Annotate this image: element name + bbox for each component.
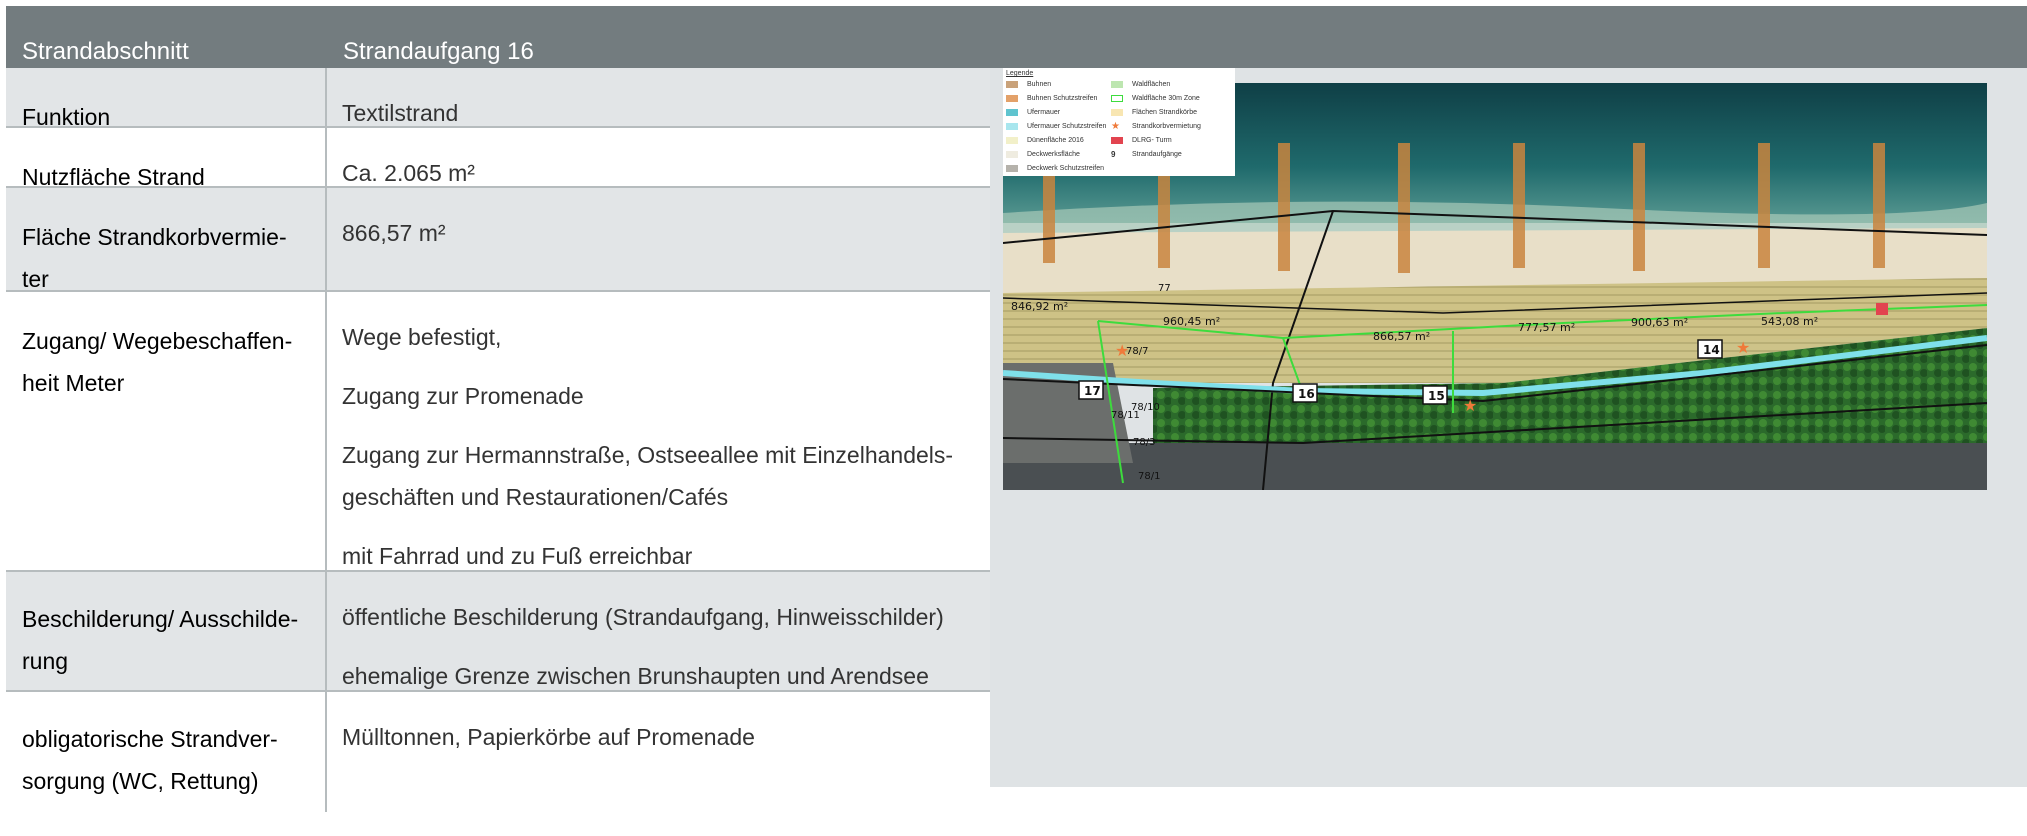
row-label: Nutzfläche Strand: [6, 128, 327, 190]
legend-item: DLRG- Turm: [1111, 136, 1172, 146]
town-strip: [1003, 443, 1987, 490]
dlrg-tower: [1876, 303, 1888, 315]
legend-label: Flächen Strandkörbe: [1132, 109, 1197, 116]
groyne: [1398, 143, 1410, 273]
legend-swatch: [1006, 164, 1018, 172]
entrance-marker-16: 16: [1298, 387, 1315, 401]
row-label: Zugang/ Wegebeschaffen-heit Meter: [6, 292, 327, 570]
legend-item: Ufermauer: [1006, 108, 1060, 118]
legend-label: Strandaufgänge: [1132, 151, 1182, 158]
legend-label: Waldflächen: [1132, 81, 1171, 88]
groyne: [1873, 143, 1885, 268]
entrance-marker-17: 17: [1084, 384, 1101, 398]
table-row-funktion: Funktion Textilstrand: [6, 68, 990, 130]
legend-title: Legende: [1006, 70, 1034, 77]
legend-item: 9 Strandaufgänge: [1111, 150, 1182, 160]
area-label: 866,57 m²: [1373, 330, 1430, 343]
legend-label: Strandkorbvermietung: [1132, 123, 1201, 130]
legend-label: Deckwerksfläche: [1027, 151, 1080, 158]
legend-item: Dünenfläche 2016: [1006, 136, 1084, 146]
legend-item: Waldfläche 30m Zone: [1111, 94, 1200, 104]
header-strandaufgang: Strandaufgang 16: [343, 38, 534, 65]
map-legend: Legende Buhnen Buhnen Schutzstreifen Uferm…: [1003, 68, 1235, 176]
table-header: Strandabschnitt Strandaufgang 16: [6, 6, 2027, 68]
groyne: [1758, 143, 1770, 268]
legend-swatch: [1006, 80, 1018, 88]
table-row-zugang: Zugang/ Wegebeschaffen-heit Meter Wege b…: [6, 292, 990, 572]
table-row-strandkorbflaeche: Fläche Strandkorbvermie-ter 866,57 m²: [6, 188, 990, 292]
legend-swatch: [1006, 108, 1018, 116]
area-label: 900,63 m²: [1631, 316, 1688, 329]
row-label: Beschilderung/ Ausschilde-rung: [6, 572, 327, 690]
area-label: 777,57 m²: [1518, 321, 1575, 334]
area-label: 960,45 m²: [1163, 315, 1220, 328]
legend-label: Dünenfläche 2016: [1027, 137, 1084, 144]
legend-item: Deckwerk Schutzstreifen: [1006, 164, 1104, 174]
legend-swatch: 9: [1111, 149, 1116, 159]
legend-swatch: [1111, 94, 1123, 102]
legend-swatch: [1006, 94, 1018, 102]
legend-label: Ufermauer: [1027, 109, 1061, 116]
legend-item: Waldflächen: [1111, 80, 1170, 90]
table-row-beschilderung: Beschilderung/ Ausschilde-rung öffentlic…: [6, 572, 990, 692]
entrance-marker-15: 15: [1428, 389, 1445, 403]
legend-swatch: [1006, 136, 1018, 144]
row-value: Wege befestigt, Zugang zur Promenade Zug…: [342, 324, 954, 569]
entrance-marker-14: 14: [1703, 343, 1720, 357]
groyne: [1633, 143, 1645, 271]
row-label: obligatorische Strandver-sorgung (WC, Re…: [6, 692, 327, 812]
row-value: Mülltonnen, Papierkörbe auf Promenade: [342, 724, 755, 750]
beach-map-figure: Legende Buhnen Buhnen Schutzstreifen Uferm…: [1003, 68, 1987, 490]
legend-swatch: [1111, 80, 1123, 88]
row-label: Fläche Strandkorbvermie-ter: [6, 188, 327, 292]
parcel-label: 77: [1158, 283, 1171, 294]
legend-item: Buhnen Schutzstreifen: [1006, 94, 1097, 104]
table-row-nutzflaeche: Nutzfläche Strand Ca. 2.065 m²: [6, 128, 990, 190]
row-label: Funktion: [6, 68, 327, 130]
legend-swatch: ★: [1111, 120, 1120, 132]
legend-label: Ufermauer Schutzstreifen: [1027, 123, 1107, 130]
legend-label: Waldfläche 30m Zone: [1132, 95, 1200, 102]
parcel-label: 78/11: [1111, 410, 1140, 421]
legend-swatch: [1006, 122, 1018, 130]
parcel-label: 78/1: [1138, 471, 1160, 482]
area-label: 543,08 m²: [1761, 315, 1818, 328]
legend-label: Buhnen Schutzstreifen: [1027, 95, 1098, 102]
legend-item: Deckwerksfläche: [1006, 150, 1080, 160]
area-label: 846,92 m²: [1011, 300, 1068, 313]
parcel-label: 78/7: [1126, 346, 1148, 357]
legend-item: Flächen Strandkörbe: [1111, 108, 1197, 118]
legend-swatch: [1111, 136, 1123, 144]
parcel-label: 78/3: [1133, 437, 1155, 448]
legend-label: Deckwerk Schutzstreifen: [1027, 165, 1105, 172]
legend-item: Ufermauer Schutzstreifen: [1006, 122, 1106, 132]
legend-item: ★ Strandkorbvermietung: [1111, 120, 1201, 132]
legend-label: Buhnen: [1027, 81, 1052, 88]
legend-swatch: [1006, 150, 1018, 158]
legend-label: DLRG- Turm: [1132, 137, 1172, 144]
strandkorb-star: ★: [1736, 338, 1750, 357]
strandkorb-star: ★: [1463, 396, 1477, 415]
legend-item: Buhnen: [1006, 80, 1051, 90]
legend-swatch: [1111, 108, 1123, 116]
header-strandabschnitt: Strandabschnitt: [22, 38, 189, 65]
groyne: [1278, 143, 1290, 271]
table-row-strandversorgung: obligatorische Strandver-sorgung (WC, Re…: [6, 692, 990, 812]
groyne: [1513, 143, 1525, 268]
